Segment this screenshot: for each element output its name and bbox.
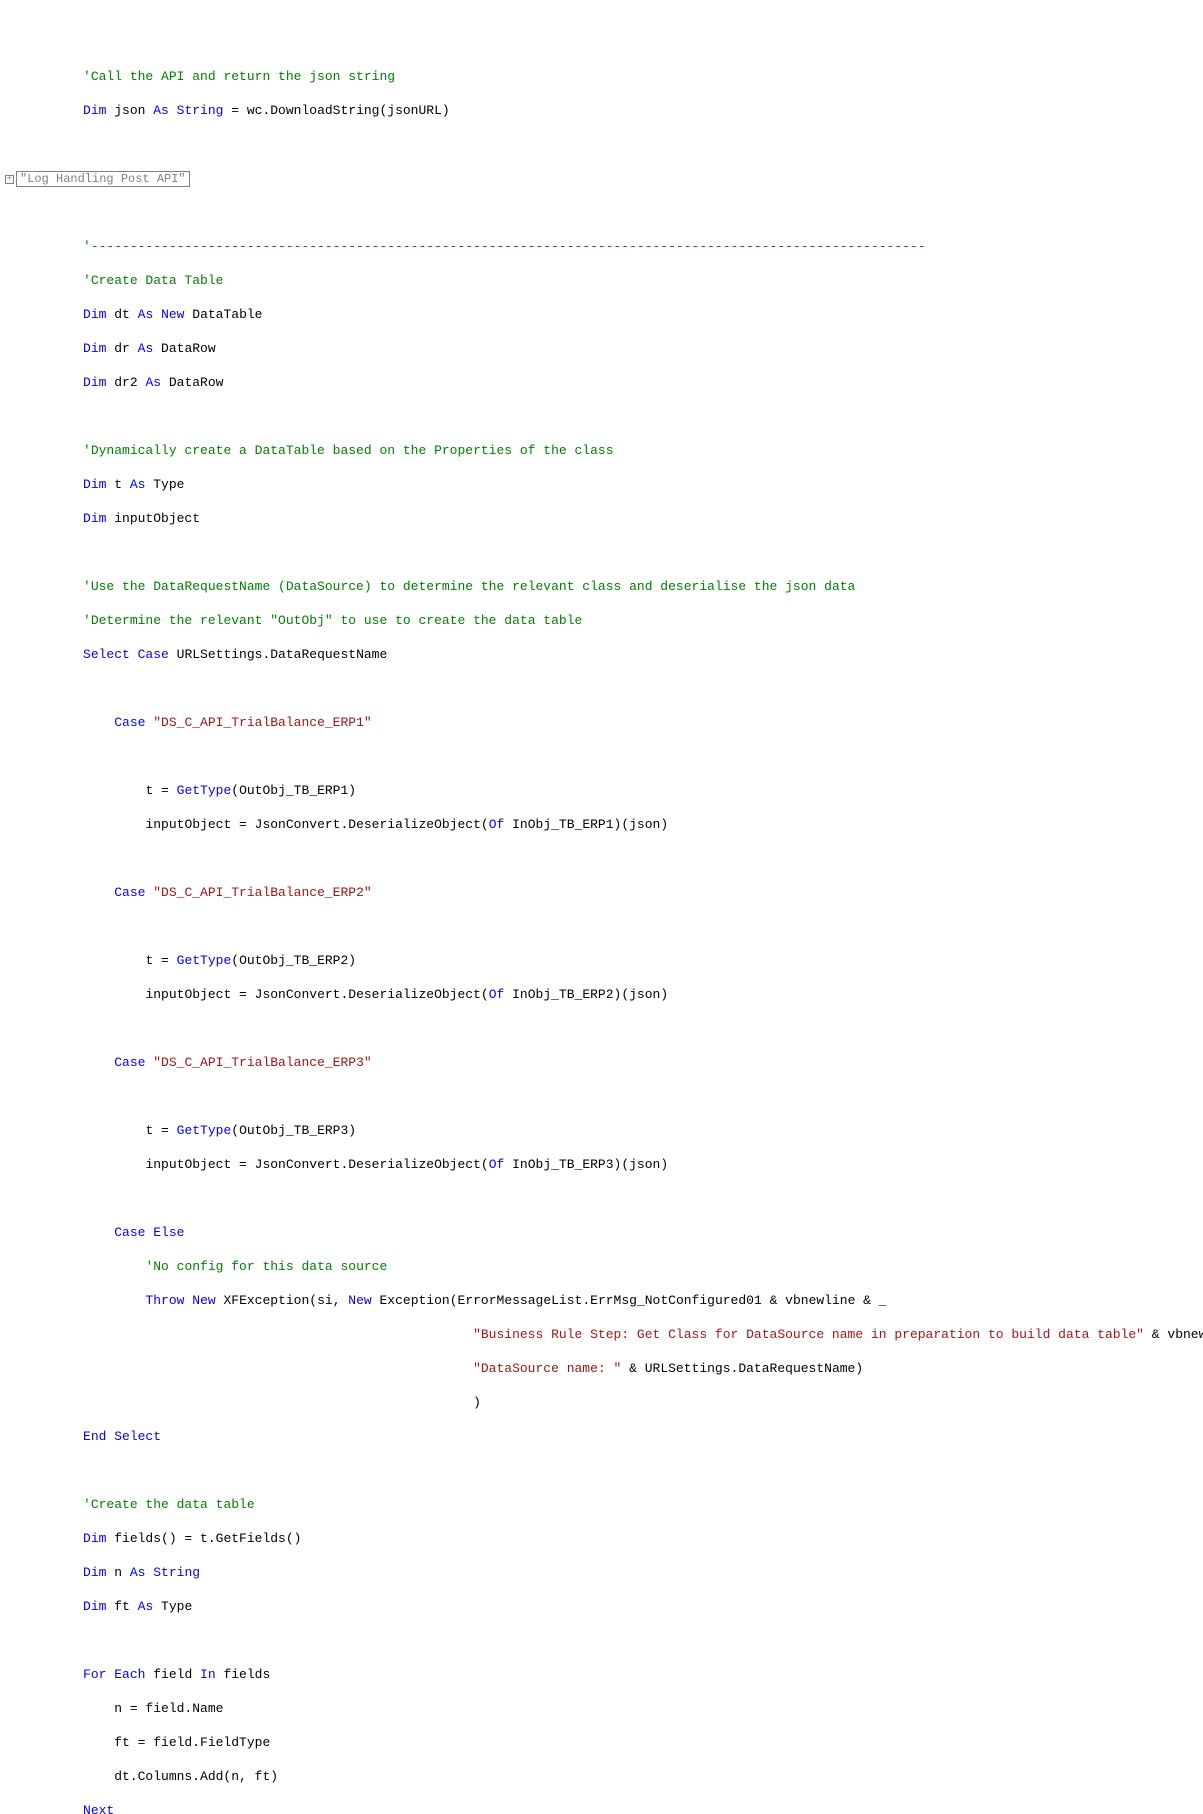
code-line: Dim fields() = t.GetFields() (5, 1530, 1203, 1547)
code-line: 'Create Data Table (5, 272, 1203, 289)
code-line: ) (5, 1394, 1203, 1411)
code-line: Dim json As String = wc.DownloadString(j… (5, 102, 1203, 119)
code-line: inputObject = JsonConvert.DeserializeObj… (5, 816, 1203, 833)
code-line: ft = field.FieldType (5, 1734, 1203, 1751)
code-line: 'Create the data table (5, 1496, 1203, 1513)
code-line: Next (5, 1802, 1203, 1814)
comment: 'Call the API and return the json string (83, 69, 395, 84)
blank-line (5, 850, 1203, 867)
blank-line (5, 136, 1203, 153)
code-line: t = GetType(OutObj_TB_ERP1) (5, 782, 1203, 799)
code-line: Select Case URLSettings.DataRequestName (5, 646, 1203, 663)
folded-region-label[interactable]: "Log Handling Post API" (16, 171, 190, 187)
blank-line (5, 1632, 1203, 1649)
code-line: Case "DS_C_API_TrialBalance_ERP2" (5, 884, 1203, 901)
code-line: dt.Columns.Add(n, ft) (5, 1768, 1203, 1785)
blank-line (5, 1190, 1203, 1207)
code-line: Case "DS_C_API_TrialBalance_ERP1" (5, 714, 1203, 731)
code-line: t = GetType(OutObj_TB_ERP3) (5, 1122, 1203, 1139)
comment-separator: '---------------------------------------… (83, 239, 926, 254)
code-line: inputObject = JsonConvert.DeserializeObj… (5, 1156, 1203, 1173)
code-line: "Business Rule Step: Get Class for DataS… (5, 1326, 1203, 1343)
comment: 'Create Data Table (83, 273, 223, 288)
comment: 'Dynamically create a DataTable based on… (83, 443, 614, 458)
code-line: 'Determine the relevant "OutObj" to use … (5, 612, 1203, 629)
code-line: 'Dynamically create a DataTable based on… (5, 442, 1203, 459)
blank-line (5, 544, 1203, 561)
code-line: Dim dt As New DataTable (5, 306, 1203, 323)
code-line: 'No config for this data source (5, 1258, 1203, 1275)
comment: 'Determine the relevant "OutObj" to use … (83, 613, 582, 628)
blank-line (5, 1088, 1203, 1105)
blank-line (5, 204, 1203, 221)
code-line: End Select (5, 1428, 1203, 1445)
code-line: Dim inputObject (5, 510, 1203, 527)
code-line: '---------------------------------------… (5, 238, 1203, 255)
code-line: inputObject = JsonConvert.DeserializeObj… (5, 986, 1203, 1003)
code-line: 'Call the API and return the json string (5, 68, 1203, 85)
code-line: Dim dr As DataRow (5, 340, 1203, 357)
code-line: 'Use the DataRequestName (DataSource) to… (5, 578, 1203, 595)
blank-line (5, 1020, 1203, 1037)
code-line: Dim n As String (5, 1564, 1203, 1581)
code-line: For Each field In fields (5, 1666, 1203, 1683)
code-line: Dim ft As Type (5, 1598, 1203, 1615)
blank-line (5, 1462, 1203, 1479)
code-line: t = GetType(OutObj_TB_ERP2) (5, 952, 1203, 969)
code-editor[interactable]: 'Call the API and return the json string… (0, 51, 1203, 1814)
code-line: Dim dr2 As DataRow (5, 374, 1203, 391)
expand-icon[interactable]: + (5, 175, 14, 184)
comment: 'Create the data table (83, 1497, 255, 1512)
code-line: "DataSource name: " & URLSettings.DataRe… (5, 1360, 1203, 1377)
blank-line (5, 748, 1203, 765)
code-line: Throw New XFException(si, New Exception(… (5, 1292, 1203, 1309)
comment: 'No config for this data source (145, 1259, 387, 1274)
code-line: Dim t As Type (5, 476, 1203, 493)
comment: 'Use the DataRequestName (DataSource) to… (83, 579, 855, 594)
code-line: Case "DS_C_API_TrialBalance_ERP3" (5, 1054, 1203, 1071)
code-line: Case Else (5, 1224, 1203, 1241)
code-line: n = field.Name (5, 1700, 1203, 1717)
blank-line (5, 408, 1203, 425)
folded-region-line: +"Log Handling Post API" (5, 170, 1203, 187)
blank-line (5, 680, 1203, 697)
blank-line (5, 918, 1203, 935)
